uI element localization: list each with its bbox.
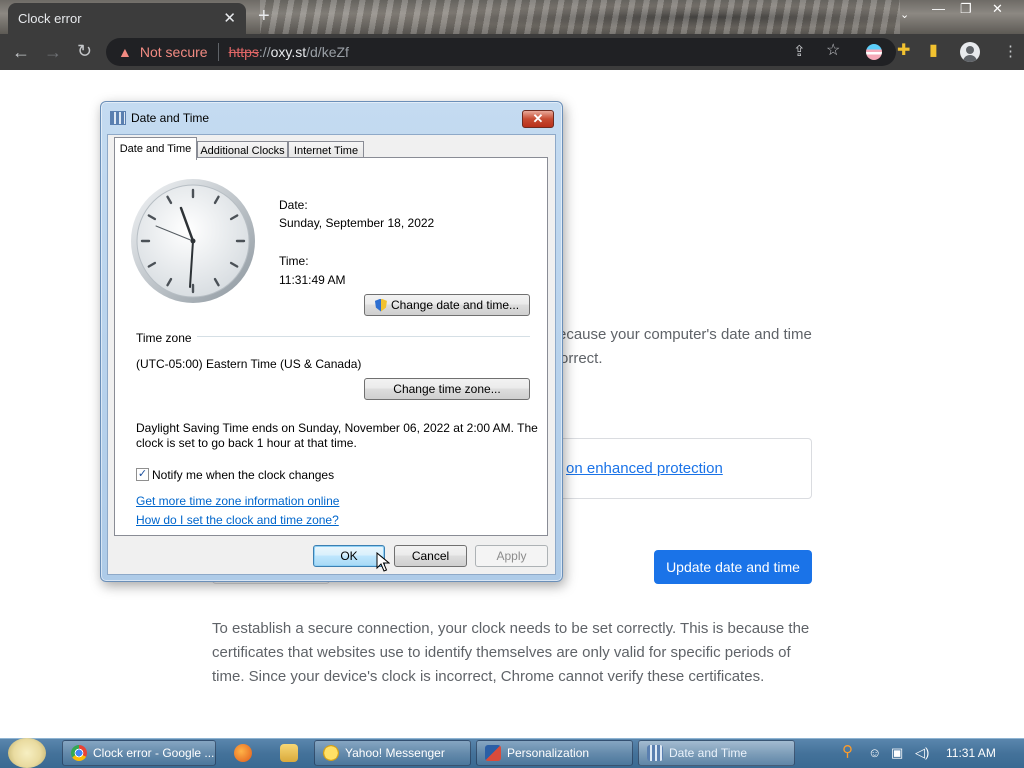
taskbar-item-label: Personalization (507, 746, 590, 760)
yahoo-messenger-icon (323, 745, 339, 761)
error-text-line-1: ecause your computer's date and time (558, 326, 812, 343)
start-orb-icon[interactable] (8, 738, 46, 768)
firefox-icon[interactable] (234, 744, 252, 762)
tab-title: Clock error (18, 11, 82, 26)
browser-tab-clock-error[interactable]: Clock error ✕ (8, 3, 246, 34)
explanation-paragraph: To establish a secure connection, your c… (212, 620, 810, 685)
date-time-icon (647, 745, 663, 761)
change-date-time-button[interactable]: Change date and time... (364, 294, 530, 316)
extensions-puzzle-icon[interactable]: ✚ (897, 43, 910, 59)
search-magnifier-icon[interactable]: ⚲ (842, 744, 853, 759)
cancel-button[interactable]: Cancel (394, 545, 467, 567)
taskbar-item-yahoo-messenger[interactable]: Yahoo! Messenger (314, 740, 471, 766)
url-path: /d/keZf (306, 44, 349, 60)
forward-arrow-icon[interactable]: → (44, 43, 62, 61)
url-separator: :// (258, 44, 271, 60)
url-scheme: https (228, 44, 259, 60)
more-time-zone-info-link[interactable]: Get more time zone information online (136, 494, 339, 508)
notify-checkbox[interactable]: ✓ (136, 468, 149, 481)
address-bar[interactable]: ▲ Not secure https :// oxy.st /d/keZf (106, 38, 896, 66)
tab-date-and-time[interactable]: Date and Time (114, 137, 197, 160)
uac-shield-icon (374, 298, 387, 312)
personalization-icon (485, 745, 501, 761)
tab-search-chevron-icon[interactable]: ⌄ (900, 10, 909, 21)
window-background (260, 0, 900, 34)
folder-icon[interactable] (280, 744, 298, 762)
taskbar-item-label: Yahoo! Messenger (345, 746, 445, 760)
extension-flag-icon[interactable] (866, 44, 882, 60)
apply-button[interactable]: Apply (475, 545, 548, 567)
time-value: 11:31:49 AM (279, 273, 346, 287)
bookmark-star-icon[interactable]: ☆ (826, 43, 840, 59)
time-zone-heading: Time zone (136, 331, 192, 345)
taskbar-item-label: Date and Time (669, 746, 748, 760)
back-arrow-icon[interactable]: ← (12, 43, 30, 61)
how-to-set-clock-link[interactable]: How do I set the clock and time zone? (136, 513, 339, 527)
taskbar-clock[interactable]: 11:31 AM (946, 746, 996, 760)
ok-button[interactable]: OK (313, 545, 385, 567)
messenger-tray-icon[interactable]: ☺ (868, 746, 881, 759)
minimize-icon[interactable]: — (932, 2, 945, 15)
time-label: Time: (279, 254, 309, 268)
url-host: oxy.st (270, 44, 307, 60)
dialog-title: Date and Time (131, 111, 210, 125)
notify-checkbox-label[interactable]: Notify me when the clock changes (152, 468, 334, 482)
not-secure-label[interactable]: Not secure (140, 44, 208, 60)
chrome-icon (71, 745, 87, 761)
taskbar-item-date-time[interactable]: Date and Time (638, 740, 795, 766)
side-panel-icon[interactable]: ▮ (929, 43, 938, 59)
analog-clock-icon (131, 179, 255, 303)
new-tab-button[interactable]: + (258, 6, 270, 26)
close-window-icon[interactable]: ✕ (992, 2, 1003, 15)
menu-kebab-icon[interactable]: ⋮ (1003, 44, 1018, 59)
dst-notice-line-2: clock is set to go back 1 hour at that t… (136, 436, 357, 450)
dst-notice-line-1: Daylight Saving Time ends on Sunday, Nov… (136, 421, 538, 435)
dialog-close-button[interactable]: ✕ (522, 110, 554, 128)
taskbar-item-personalization[interactable]: Personalization (476, 740, 633, 766)
share-icon[interactable]: ⇪ (793, 44, 806, 59)
change-time-zone-button[interactable]: Change time zone... (364, 378, 530, 400)
calendar-icon (110, 111, 126, 125)
change-date-time-label: Change date and time... (390, 298, 520, 312)
time-zone-divider (197, 336, 530, 337)
error-text-line-2: orrect. (560, 350, 603, 367)
enhanced-protection-link[interactable]: on enhanced protection (566, 460, 723, 477)
profile-avatar-icon[interactable] (960, 42, 980, 62)
taskbar-item-chrome[interactable]: Clock error - Google ... (62, 740, 216, 766)
restore-icon[interactable]: ❐ (960, 2, 972, 15)
taskbar-item-label: Clock error - Google ... (93, 746, 215, 760)
volume-icon[interactable]: ◁) (915, 746, 929, 759)
time-zone-value: (UTC-05:00) Eastern Time (US & Canada) (136, 357, 362, 371)
date-value: Sunday, September 18, 2022 (279, 216, 435, 230)
reload-icon[interactable]: ↻ (77, 42, 92, 60)
update-date-time-button[interactable]: Update date and time (654, 550, 812, 584)
network-icon[interactable]: ▣ (891, 746, 903, 759)
omnibox-divider (217, 43, 219, 61)
tab-close-icon[interactable]: ✕ (223, 11, 236, 26)
warning-triangle-icon: ▲ (118, 44, 132, 60)
mouse-pointer-icon (376, 552, 390, 572)
date-label: Date: (279, 198, 308, 212)
